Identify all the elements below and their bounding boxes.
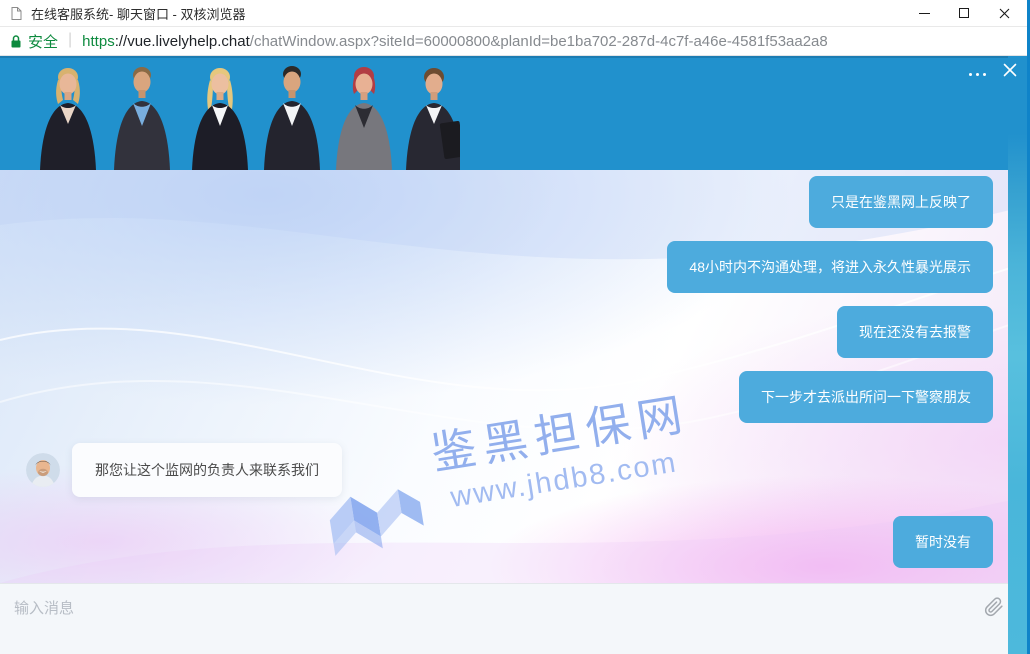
security-chip[interactable]: 安全 (10, 31, 58, 52)
window-close-button[interactable] (984, 0, 1024, 26)
paperclip-icon[interactable] (984, 597, 1004, 617)
chat-close-icon (1002, 62, 1018, 78)
secure-label: 安全 (28, 31, 58, 52)
more-options-button[interactable] (965, 69, 990, 80)
message-row: 48小时内不沟通处理，将进入永久性暴光展示 (667, 241, 993, 293)
message-bubble: 下一步才去派出所问一下警察朋友 (739, 371, 993, 423)
lock-icon (10, 34, 22, 49)
message-bubble: 现在还没有去报警 (837, 306, 993, 358)
message-row: 那您让这个监网的负责人来联系我们 (26, 443, 342, 497)
browser-titlebar: 在线客服系统- 聊天窗口 - 双核浏览器 (0, 0, 1030, 27)
chat-body: 鉴黑担保网 www.jhdb8.com 只是在鉴黑网上反映了 48小时内不沟通处… (0, 170, 1030, 583)
more-icon (969, 73, 972, 76)
window-title: 在线客服系统- 聊天窗口 - 双核浏览器 (31, 4, 246, 23)
address-bar[interactable]: https://vue.livelyhelp.chat/chatWindow.a… (82, 33, 828, 50)
team-photo (30, 58, 460, 170)
browser-window: 在线客服系统- 聊天窗口 - 双核浏览器 安全 | https://vue.li… (0, 0, 1030, 654)
message-row: 暂时没有 (893, 516, 993, 568)
message-row: 下一步才去派出所问一下警察朋友 (739, 371, 993, 423)
message-bubble: 48小时内不沟通处理，将进入永久性暴光展示 (667, 241, 993, 293)
close-icon (999, 8, 1010, 19)
urlbar-divider: | (68, 31, 72, 49)
scrollbar-track[interactable] (1008, 56, 1027, 654)
message-input[interactable] (0, 584, 1030, 654)
window-controls (904, 0, 1024, 26)
message-bubble: 暂时没有 (893, 516, 993, 568)
maximize-icon (959, 8, 969, 18)
message-row: 现在还没有去报警 (837, 306, 993, 358)
message-list: 只是在鉴黑网上反映了 48小时内不沟通处理，将进入永久性暴光展示 现在还没有去报… (0, 170, 1030, 583)
url-path: /chatWindow.aspx?siteId=60000800&planId=… (250, 33, 828, 50)
chat-close-button[interactable] (1002, 62, 1018, 78)
url-host: ://vue.livelyhelp.chat (115, 33, 250, 50)
chat-input-bar (0, 583, 1030, 654)
message-bubble: 只是在鉴黑网上反映了 (809, 176, 993, 228)
message-bubble: 那您让这个监网的负责人来联系我们 (72, 443, 342, 497)
url-scheme: https (82, 33, 115, 50)
minimize-button[interactable] (904, 0, 944, 26)
chat-window: 鉴黑担保网 www.jhdb8.com 只是在鉴黑网上反映了 48小时内不沟通处… (0, 56, 1030, 654)
minimize-icon (919, 13, 930, 14)
chat-header (0, 56, 1030, 170)
message-row: 只是在鉴黑网上反映了 (809, 176, 993, 228)
browser-urlbar: 安全 | https://vue.livelyhelp.chat/chatWin… (0, 27, 1030, 56)
page-icon (10, 6, 23, 21)
maximize-button[interactable] (944, 0, 984, 26)
avatar (26, 453, 60, 487)
